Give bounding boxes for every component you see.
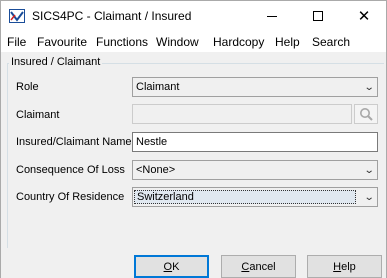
minimize-icon: [267, 15, 277, 17]
maximize-icon: [313, 11, 323, 21]
chevron-down-icon: ⌄: [363, 82, 375, 93]
ok-accel: O: [163, 260, 173, 273]
form-panel: Insured / Claimant Role Claimant ⌄ Claim…: [1, 52, 386, 263]
role-value: Claimant: [136, 81, 180, 93]
help-button[interactable]: Help: [307, 255, 382, 278]
menu-search[interactable]: Search: [312, 35, 350, 49]
chevron-down-icon: ⌄: [363, 192, 375, 203]
window-title: SICS4PC - Claimant / Insured: [32, 9, 192, 23]
chevron-down-icon: ⌄: [363, 165, 375, 176]
country-select[interactable]: Switzerland ⌄: [132, 187, 378, 207]
title-bar[interactable]: SICS4PC - Claimant / Insured ✕: [1, 1, 386, 31]
menu-file[interactable]: File: [7, 35, 26, 49]
group-title: Insured / Claimant: [9, 56, 103, 68]
insured-name-field[interactable]: Nestle: [132, 132, 378, 152]
cancel-label: ancel: [249, 260, 276, 273]
role-label: Role: [16, 81, 39, 93]
insured-name-label: Insured/Claimant Name: [16, 136, 132, 148]
insured-name-value: Nestle: [136, 136, 168, 148]
role-select[interactable]: Claimant ⌄: [132, 77, 378, 97]
menu-bar: File Favourite Functions Window Hardcopy…: [1, 31, 386, 52]
consequence-value: <None>: [136, 164, 176, 176]
menu-favourite[interactable]: Favourite: [37, 35, 87, 49]
ok-label: K: [172, 260, 180, 273]
claimant-label: Claimant: [16, 109, 60, 121]
claimant-field: [132, 104, 352, 124]
button-bar: OK Cancel Help: [1, 248, 386, 278]
claimant-lookup-button[interactable]: [354, 104, 378, 124]
dialog-window: SICS4PC - Claimant / Insured ✕ File Favo…: [0, 0, 387, 278]
menu-window[interactable]: Window: [156, 35, 199, 49]
sics-app-icon: [9, 9, 25, 23]
help-accel: H: [333, 260, 342, 273]
consequence-label: Consequence Of Loss: [16, 164, 125, 176]
minimize-button[interactable]: [249, 1, 295, 31]
cancel-button[interactable]: Cancel: [221, 255, 296, 278]
menu-functions[interactable]: Functions: [96, 35, 148, 49]
ok-button[interactable]: OK: [134, 255, 209, 278]
country-label: Country Of Residence: [16, 191, 125, 203]
close-button[interactable]: ✕: [341, 1, 387, 31]
maximize-button[interactable]: [295, 1, 341, 31]
close-icon: ✕: [357, 6, 371, 25]
consequence-select[interactable]: <None> ⌄: [132, 160, 378, 180]
country-value: Switzerland: [134, 190, 356, 204]
cancel-accel: C: [241, 260, 250, 273]
help-label: elp: [341, 260, 356, 273]
menu-help[interactable]: Help: [275, 35, 300, 49]
search-icon: [360, 108, 373, 121]
menu-hardcopy[interactable]: Hardcopy: [213, 35, 264, 49]
